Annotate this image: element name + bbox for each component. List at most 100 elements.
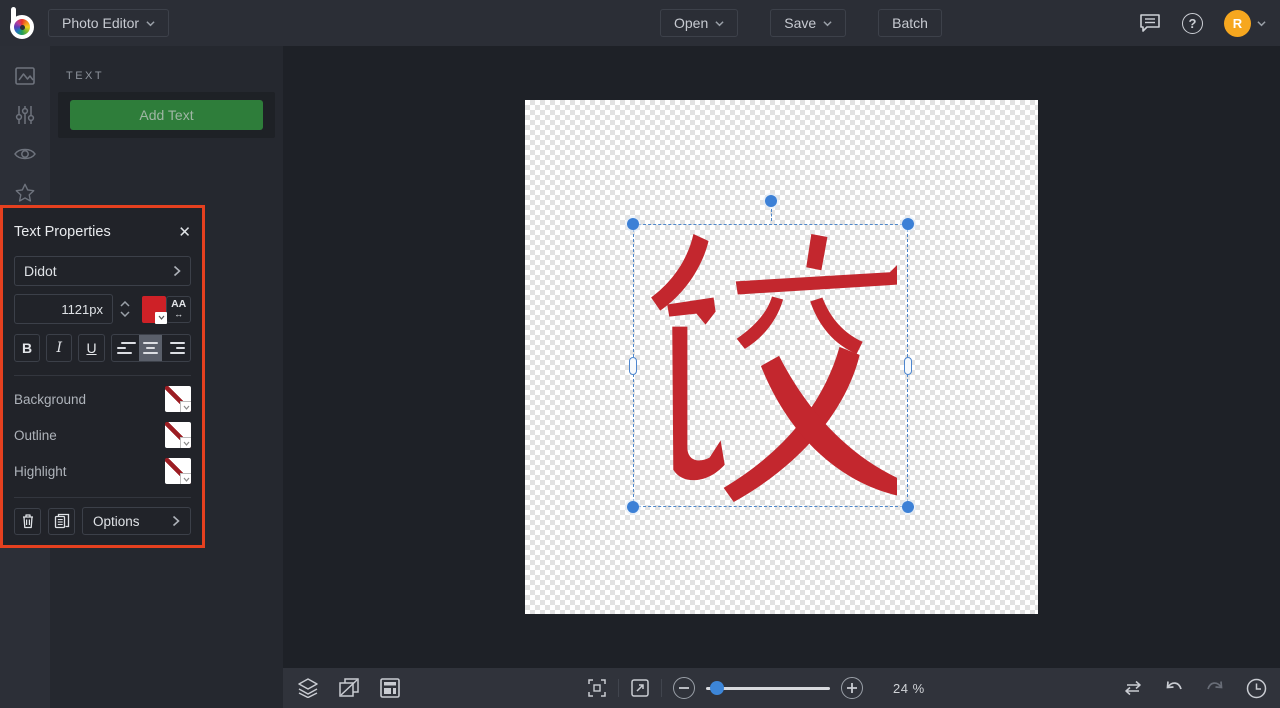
highlight-label: Highlight [14, 464, 67, 479]
highlight-row: Highlight [14, 458, 191, 484]
app-menu-button[interactable]: Photo Editor [48, 9, 169, 37]
resize-handle-bottom-left[interactable] [627, 501, 639, 513]
background-color-swatch[interactable] [165, 386, 191, 412]
chevron-down-icon [183, 441, 190, 446]
font-family-value: Didot [24, 263, 57, 279]
align-center-icon [143, 342, 158, 344]
italic-button[interactable]: I [46, 334, 72, 362]
layers-button[interactable] [297, 678, 319, 698]
outline-color-swatch[interactable] [165, 422, 191, 448]
color-dropdown-corner[interactable] [180, 401, 191, 412]
account-menu[interactable]: R [1224, 10, 1266, 37]
rotate-handle[interactable] [765, 195, 777, 207]
bold-button[interactable]: B [14, 334, 40, 362]
color-dropdown-corner[interactable] [180, 473, 191, 484]
fit-screen-icon [587, 678, 607, 698]
image-icon [14, 65, 36, 87]
selection-box[interactable] [633, 224, 908, 507]
text-style-row: B I U [14, 334, 191, 362]
fullscreen-button[interactable] [630, 678, 650, 698]
align-left-icon [117, 352, 132, 354]
font-size-input[interactable] [14, 294, 113, 324]
rotation-connector [771, 209, 772, 221]
zoom-slider-knob[interactable] [710, 681, 724, 695]
color-dropdown-corner[interactable] [180, 437, 191, 448]
font-size-row: AA ↔ [14, 294, 191, 324]
text-color-swatch[interactable] [142, 296, 167, 323]
add-text-button[interactable]: Add Text [70, 100, 263, 130]
history-button[interactable] [1246, 678, 1267, 699]
resize-handle-bottom-right[interactable] [902, 501, 914, 513]
chevron-right-icon [173, 265, 181, 277]
feedback-button[interactable] [1139, 13, 1161, 33]
align-left-icon [117, 347, 126, 349]
template-button[interactable] [379, 677, 401, 699]
canvas-document[interactable]: 饺 [525, 100, 1038, 614]
align-left-icon [121, 342, 136, 344]
add-text-container: Add Text [58, 92, 275, 138]
undo-button[interactable] [1164, 679, 1184, 697]
minus-icon [679, 687, 689, 689]
eye-icon [13, 144, 37, 164]
background-row: Background [14, 386, 191, 412]
resize-handle-right[interactable] [904, 357, 912, 375]
help-button[interactable]: ? [1182, 13, 1203, 34]
zoom-out-button[interactable] [673, 677, 695, 699]
batch-label: Batch [892, 15, 928, 31]
align-right-button[interactable] [162, 335, 190, 361]
history-controls [1123, 668, 1267, 708]
help-icon: ? [1182, 13, 1203, 34]
highlight-color-swatch[interactable] [165, 458, 191, 484]
close-icon[interactable]: ✕ [178, 223, 191, 241]
duplicate-text-button[interactable] [48, 508, 75, 535]
replay-button[interactable] [1123, 679, 1143, 697]
redo-button[interactable] [1205, 679, 1225, 697]
logo-hub [20, 25, 25, 30]
font-size-stepper[interactable] [119, 301, 132, 317]
resize-button[interactable] [338, 677, 360, 699]
align-right-icon [176, 347, 185, 349]
open-button[interactable]: Open [660, 9, 738, 37]
letter-spacing-button[interactable]: AA ↔ [166, 296, 191, 323]
underline-button[interactable]: U [78, 334, 104, 362]
image-manager-tool[interactable] [0, 56, 50, 95]
plus-icon [847, 683, 857, 693]
open-label: Open [674, 15, 708, 31]
avatar: R [1224, 10, 1251, 37]
adjust-tool[interactable] [0, 95, 50, 134]
save-button[interactable]: Save [770, 9, 846, 37]
divider [14, 375, 191, 376]
options-label: Options [93, 514, 140, 529]
zoom-in-button[interactable] [841, 677, 863, 699]
sliders-icon [14, 104, 36, 126]
batch-button[interactable]: Batch [878, 9, 942, 37]
zoom-slider[interactable] [706, 677, 830, 699]
outline-label: Outline [14, 428, 57, 443]
font-family-select[interactable]: Didot [14, 256, 191, 286]
history-clock-icon [1246, 678, 1267, 699]
text-properties-panel: Text Properties ✕ Didot AA ↔ B I U [0, 205, 205, 548]
divider [14, 497, 191, 498]
fit-screen-button[interactable] [587, 678, 607, 698]
file-actions: Open Save Batch [660, 9, 942, 37]
stepper-down-icon[interactable] [120, 311, 130, 317]
effects-tool[interactable] [0, 134, 50, 173]
align-left-button[interactable] [112, 335, 140, 361]
options-button[interactable]: Options [82, 507, 191, 535]
align-center-button[interactable] [139, 335, 162, 361]
chevron-down-icon [146, 19, 155, 28]
resize-handle-top-left[interactable] [627, 218, 639, 230]
divider [618, 679, 619, 697]
delete-text-button[interactable] [14, 508, 41, 535]
resize-handle-top-right[interactable] [902, 218, 914, 230]
chevron-down-icon [183, 405, 190, 410]
repeat-icon [1123, 679, 1143, 697]
befunky-logo[interactable] [8, 7, 40, 39]
chevron-right-icon [172, 515, 180, 527]
stepper-up-icon[interactable] [120, 301, 130, 307]
chevron-down-icon [183, 477, 190, 482]
color-dropdown-corner[interactable] [155, 312, 167, 324]
zoom-slider-track[interactable] [706, 687, 830, 690]
duplicate-icon [54, 513, 70, 529]
resize-handle-left[interactable] [629, 357, 637, 375]
